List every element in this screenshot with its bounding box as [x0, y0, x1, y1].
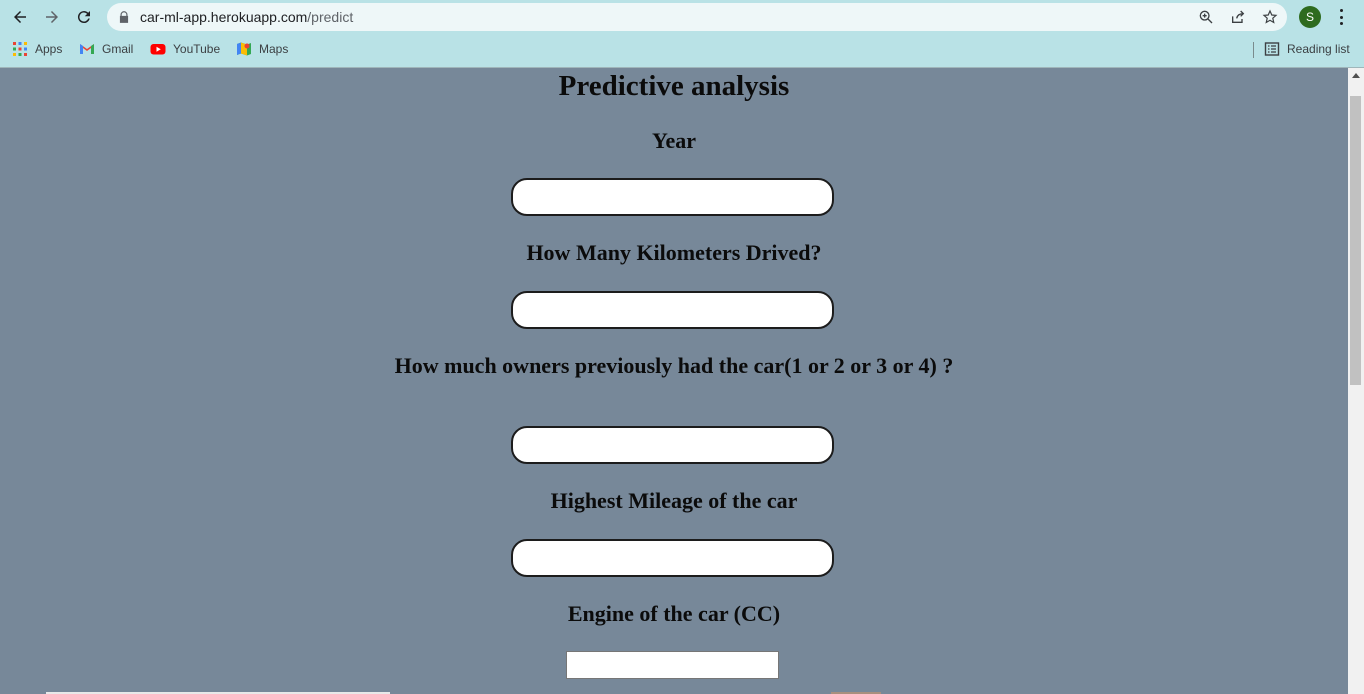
maps-icon — [237, 42, 251, 56]
page-title: Predictive analysis — [558, 70, 790, 102]
owners-label: How much owners previously had the car(1… — [394, 353, 954, 378]
year-label: Year — [652, 128, 696, 153]
arrow-right-icon — [46, 11, 58, 23]
arrow-left-icon — [14, 11, 26, 23]
apps-grid-icon — [13, 42, 27, 56]
reload-button[interactable] — [72, 5, 96, 29]
mileage-input[interactable] — [511, 539, 834, 577]
bookmark-apps[interactable]: Apps — [12, 40, 62, 58]
star-icon[interactable] — [1262, 9, 1278, 25]
share-icon[interactable] — [1230, 9, 1246, 25]
bookmarks-bar: Apps Gmail YouTube Maps Reading list — [0, 37, 1364, 61]
scroll-thumb[interactable] — [1350, 96, 1361, 385]
reading-list-button[interactable]: Reading list — [1264, 40, 1350, 58]
scroll-up-arrow-icon[interactable] — [1352, 73, 1360, 78]
url-text: car-ml-app.herokuapp.com/predict — [140, 9, 353, 25]
bookmark-label: YouTube — [173, 42, 221, 56]
owners-input[interactable] — [511, 426, 834, 464]
reading-list-icon — [1264, 42, 1280, 56]
youtube-icon — [150, 44, 166, 55]
bookmarks-divider — [1253, 42, 1254, 58]
address-bar[interactable]: car-ml-app.herokuapp.com/predict — [107, 3, 1287, 31]
url-host: car-ml-app.herokuapp.com — [140, 9, 308, 25]
kilometers-input[interactable] — [511, 291, 834, 329]
bookmark-maps[interactable]: Maps — [236, 40, 288, 58]
url-path: /predict — [307, 9, 354, 25]
bookmark-label: Maps — [259, 42, 289, 56]
page-content: Predictive analysis Year How Many Kilome… — [0, 68, 1348, 694]
bookmark-label: Apps — [35, 42, 63, 56]
year-input[interactable] — [511, 178, 834, 216]
bookmark-label: Gmail — [102, 42, 134, 56]
engine-input[interactable] — [566, 651, 779, 679]
back-button[interactable] — [8, 5, 32, 29]
bookmark-youtube[interactable]: YouTube — [150, 40, 220, 58]
profile-avatar[interactable]: S — [1299, 6, 1321, 28]
engine-label: Engine of the car (CC) — [567, 601, 781, 626]
reload-icon — [77, 11, 90, 24]
vertical-scrollbar[interactable] — [1348, 68, 1364, 694]
menu-dot-icon — [1339, 15, 1343, 19]
mileage-label: Highest Mileage of the car — [550, 488, 798, 513]
reading-list-label: Reading list — [1287, 42, 1350, 56]
menu-dot-icon — [1339, 9, 1343, 12]
browser-toolbar: car-ml-app.herokuapp.com/predict S Apps … — [0, 0, 1364, 68]
gmail-icon — [80, 44, 94, 54]
browser-menu-button[interactable] — [1333, 7, 1349, 27]
bookmark-gmail[interactable]: Gmail — [79, 40, 133, 58]
forward-button[interactable] — [40, 5, 64, 29]
kilometers-label: How Many Kilometers Drived? — [526, 240, 822, 265]
zoom-icon[interactable] — [1198, 9, 1214, 25]
lock-icon — [119, 11, 129, 23]
menu-dot-icon — [1339, 22, 1343, 25]
